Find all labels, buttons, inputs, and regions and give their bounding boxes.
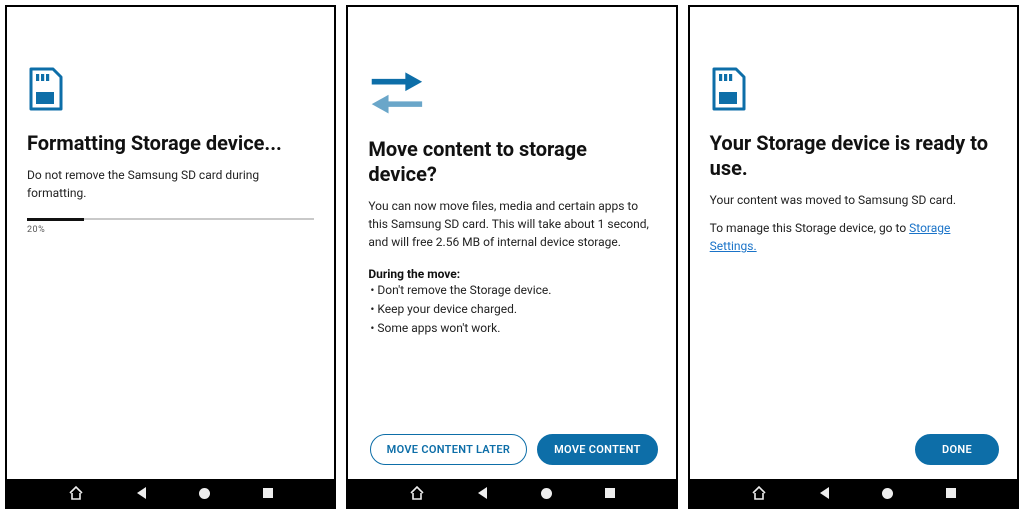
nav-home-circle-icon[interactable]	[541, 488, 552, 499]
bullet-3: Some apps won't work.	[370, 319, 655, 338]
nav-home-circle-icon[interactable]	[882, 488, 893, 499]
move-button-row: MOVE CONTENT LATER MOVE CONTENT	[348, 434, 675, 479]
transfer-arrows-icon	[368, 67, 424, 117]
formatting-title: Formatting Storage device...	[27, 131, 314, 156]
bullet-1: Don't remove the Storage device.	[370, 281, 655, 300]
ready-line1: Your content was moved to Samsung SD car…	[710, 191, 997, 209]
ready-line2-prefix: To manage this Storage device, go to	[710, 221, 909, 235]
nav-back-icon[interactable]	[478, 487, 487, 499]
screen1-content: Formatting Storage device... Do not remo…	[7, 7, 334, 479]
move-later-button[interactable]: MOVE CONTENT LATER	[370, 434, 527, 465]
screen3-content: Your Storage device is ready to use. You…	[690, 7, 1017, 434]
format-progress-fill	[27, 218, 84, 221]
nav-home-circle-icon[interactable]	[199, 488, 210, 499]
move-content-button[interactable]: MOVE CONTENT	[537, 434, 658, 465]
done-button[interactable]: DONE	[915, 434, 999, 465]
move-bullets: Don't remove the Storage device. Keep yo…	[368, 281, 655, 339]
screen-move-content: Move content to storage device? You can …	[346, 5, 677, 509]
nav-home-icon[interactable]	[68, 485, 84, 501]
formatting-subtext: Do not remove the Samsung SD card during…	[27, 166, 314, 202]
nav-back-icon[interactable]	[137, 487, 146, 499]
sd-card-icon	[710, 67, 746, 111]
format-progress-track	[27, 218, 314, 220]
sd-card-icon	[27, 67, 63, 111]
nav-recent-icon[interactable]	[605, 488, 615, 498]
screen-formatting: Formatting Storage device... Do not remo…	[5, 5, 336, 509]
android-navbar	[7, 479, 334, 507]
format-progress-label: 20%	[27, 225, 314, 235]
done-button-row: DONE	[690, 434, 1017, 479]
nav-home-icon[interactable]	[409, 485, 425, 501]
ready-title: Your Storage device is ready to use.	[710, 131, 997, 181]
nav-home-icon[interactable]	[751, 485, 767, 501]
android-navbar	[690, 479, 1017, 507]
bullet-2: Keep your device charged.	[370, 300, 655, 319]
ready-line2: To manage this Storage device, go to Sto…	[710, 219, 997, 255]
move-body: You can now move files, media and certai…	[368, 197, 655, 251]
nav-recent-icon[interactable]	[263, 488, 273, 498]
nav-recent-icon[interactable]	[946, 488, 956, 498]
screen2-content: Move content to storage device? You can …	[348, 7, 675, 434]
move-title: Move content to storage device?	[368, 137, 655, 187]
screen-ready: Your Storage device is ready to use. You…	[688, 5, 1019, 509]
android-navbar	[348, 479, 675, 507]
nav-back-icon[interactable]	[820, 487, 829, 499]
during-heading: During the move:	[368, 267, 655, 281]
